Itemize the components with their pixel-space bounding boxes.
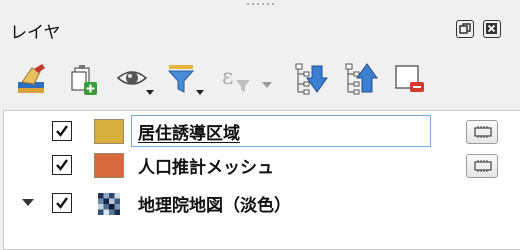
expression-filter-icon: ε (222, 65, 272, 92)
embedded-widget-button[interactable] (466, 120, 498, 144)
checkmark-icon (56, 197, 68, 209)
dock-grip[interactable] (240, 3, 280, 7)
layer-visibility-checkbox[interactable] (52, 155, 72, 175)
collapse-arrow-icon[interactable] (22, 199, 34, 206)
collapse-all-button[interactable] (342, 62, 380, 98)
svg-text:ε: ε (222, 65, 233, 90)
raster-layer-icon (98, 193, 120, 215)
add-group-icon (71, 65, 97, 95)
filter-funnel-icon (167, 65, 204, 95)
layer-tree[interactable]: 居住誘導区域 人口推計メッシュ 地理院地図（淡色） (3, 110, 520, 250)
layer-name[interactable]: 地理院地図（淡色） (138, 191, 291, 216)
layer-name[interactable]: 居住誘導区域 (138, 119, 240, 144)
panel-title: レイヤ (10, 23, 61, 43)
embedded-widget-button[interactable] (466, 154, 498, 178)
paintbrush-icon (18, 64, 45, 93)
layer-visibility-checkbox[interactable] (52, 121, 72, 141)
checkmark-icon (56, 159, 68, 171)
layer-row[interactable]: 人口推計メッシュ (4, 149, 519, 181)
eye-icon (116, 71, 154, 95)
layer-visibility-checkbox[interactable] (52, 193, 72, 213)
remove-layer-icon (395, 65, 424, 92)
layer-name[interactable]: 人口推計メッシュ (138, 153, 274, 178)
restore-icon (459, 23, 471, 34)
expand-all-button[interactable] (292, 62, 330, 98)
layer-row[interactable]: 地理院地図（淡色） (4, 187, 519, 219)
manage-map-themes-button[interactable] (116, 62, 156, 98)
layers-toolbar: ε (0, 58, 520, 104)
filter-by-expression-button[interactable]: ε (218, 62, 280, 98)
float-panel-button[interactable] (456, 20, 474, 38)
checkmark-icon (56, 125, 68, 137)
filter-legend-button[interactable] (166, 62, 206, 98)
close-icon (486, 23, 497, 34)
chip-icon (474, 126, 492, 138)
add-group-button[interactable] (66, 62, 104, 98)
chip-icon (474, 160, 492, 172)
layer-symbol-swatch[interactable] (94, 119, 124, 144)
remove-layer-button[interactable] (392, 62, 430, 98)
expand-all-icon (295, 63, 328, 95)
close-panel-button[interactable] (483, 20, 501, 38)
layer-row[interactable]: 居住誘導区域 (4, 115, 519, 147)
layer-symbol-swatch[interactable] (94, 153, 124, 178)
open-layer-styling-button[interactable] (14, 62, 52, 98)
collapse-all-icon (345, 63, 378, 95)
